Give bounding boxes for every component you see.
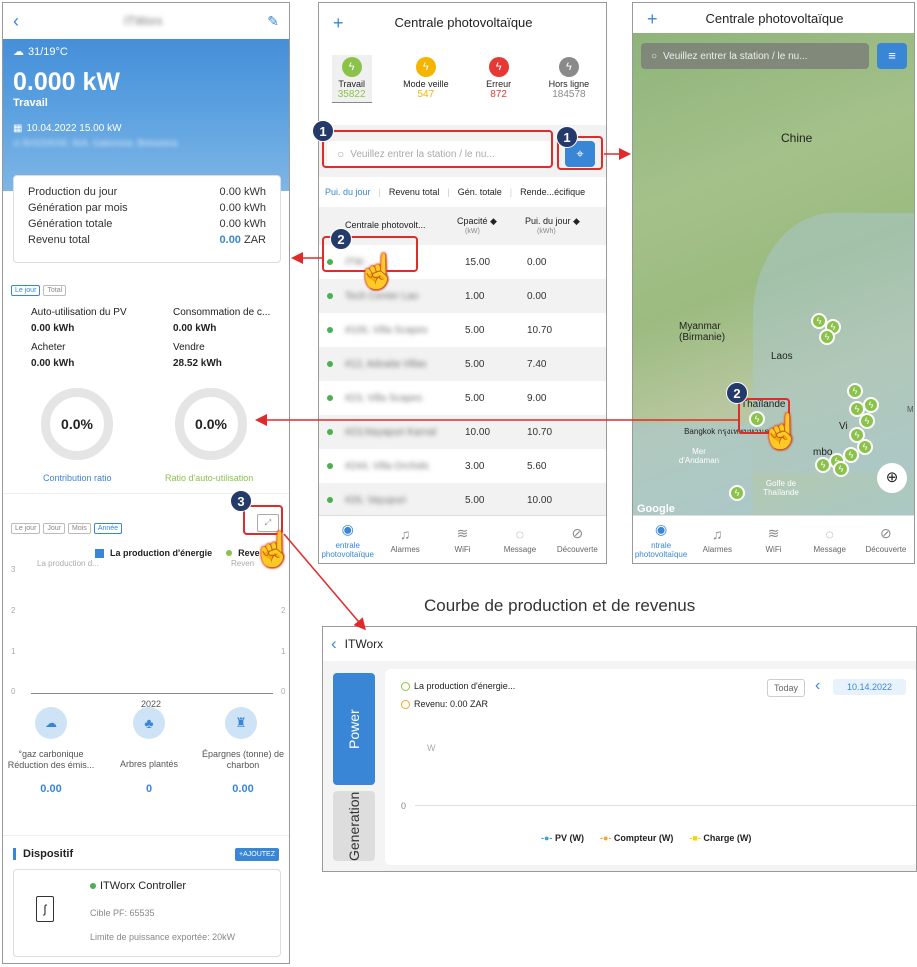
hand-pointer-icon: ☝ <box>252 531 295 569</box>
arrow-to-curve <box>283 533 366 631</box>
callout-arrows <box>255 148 738 631</box>
hand-pointer-icon: ☝ <box>356 253 399 291</box>
hand-pointer-icon: ☝ <box>760 413 803 451</box>
